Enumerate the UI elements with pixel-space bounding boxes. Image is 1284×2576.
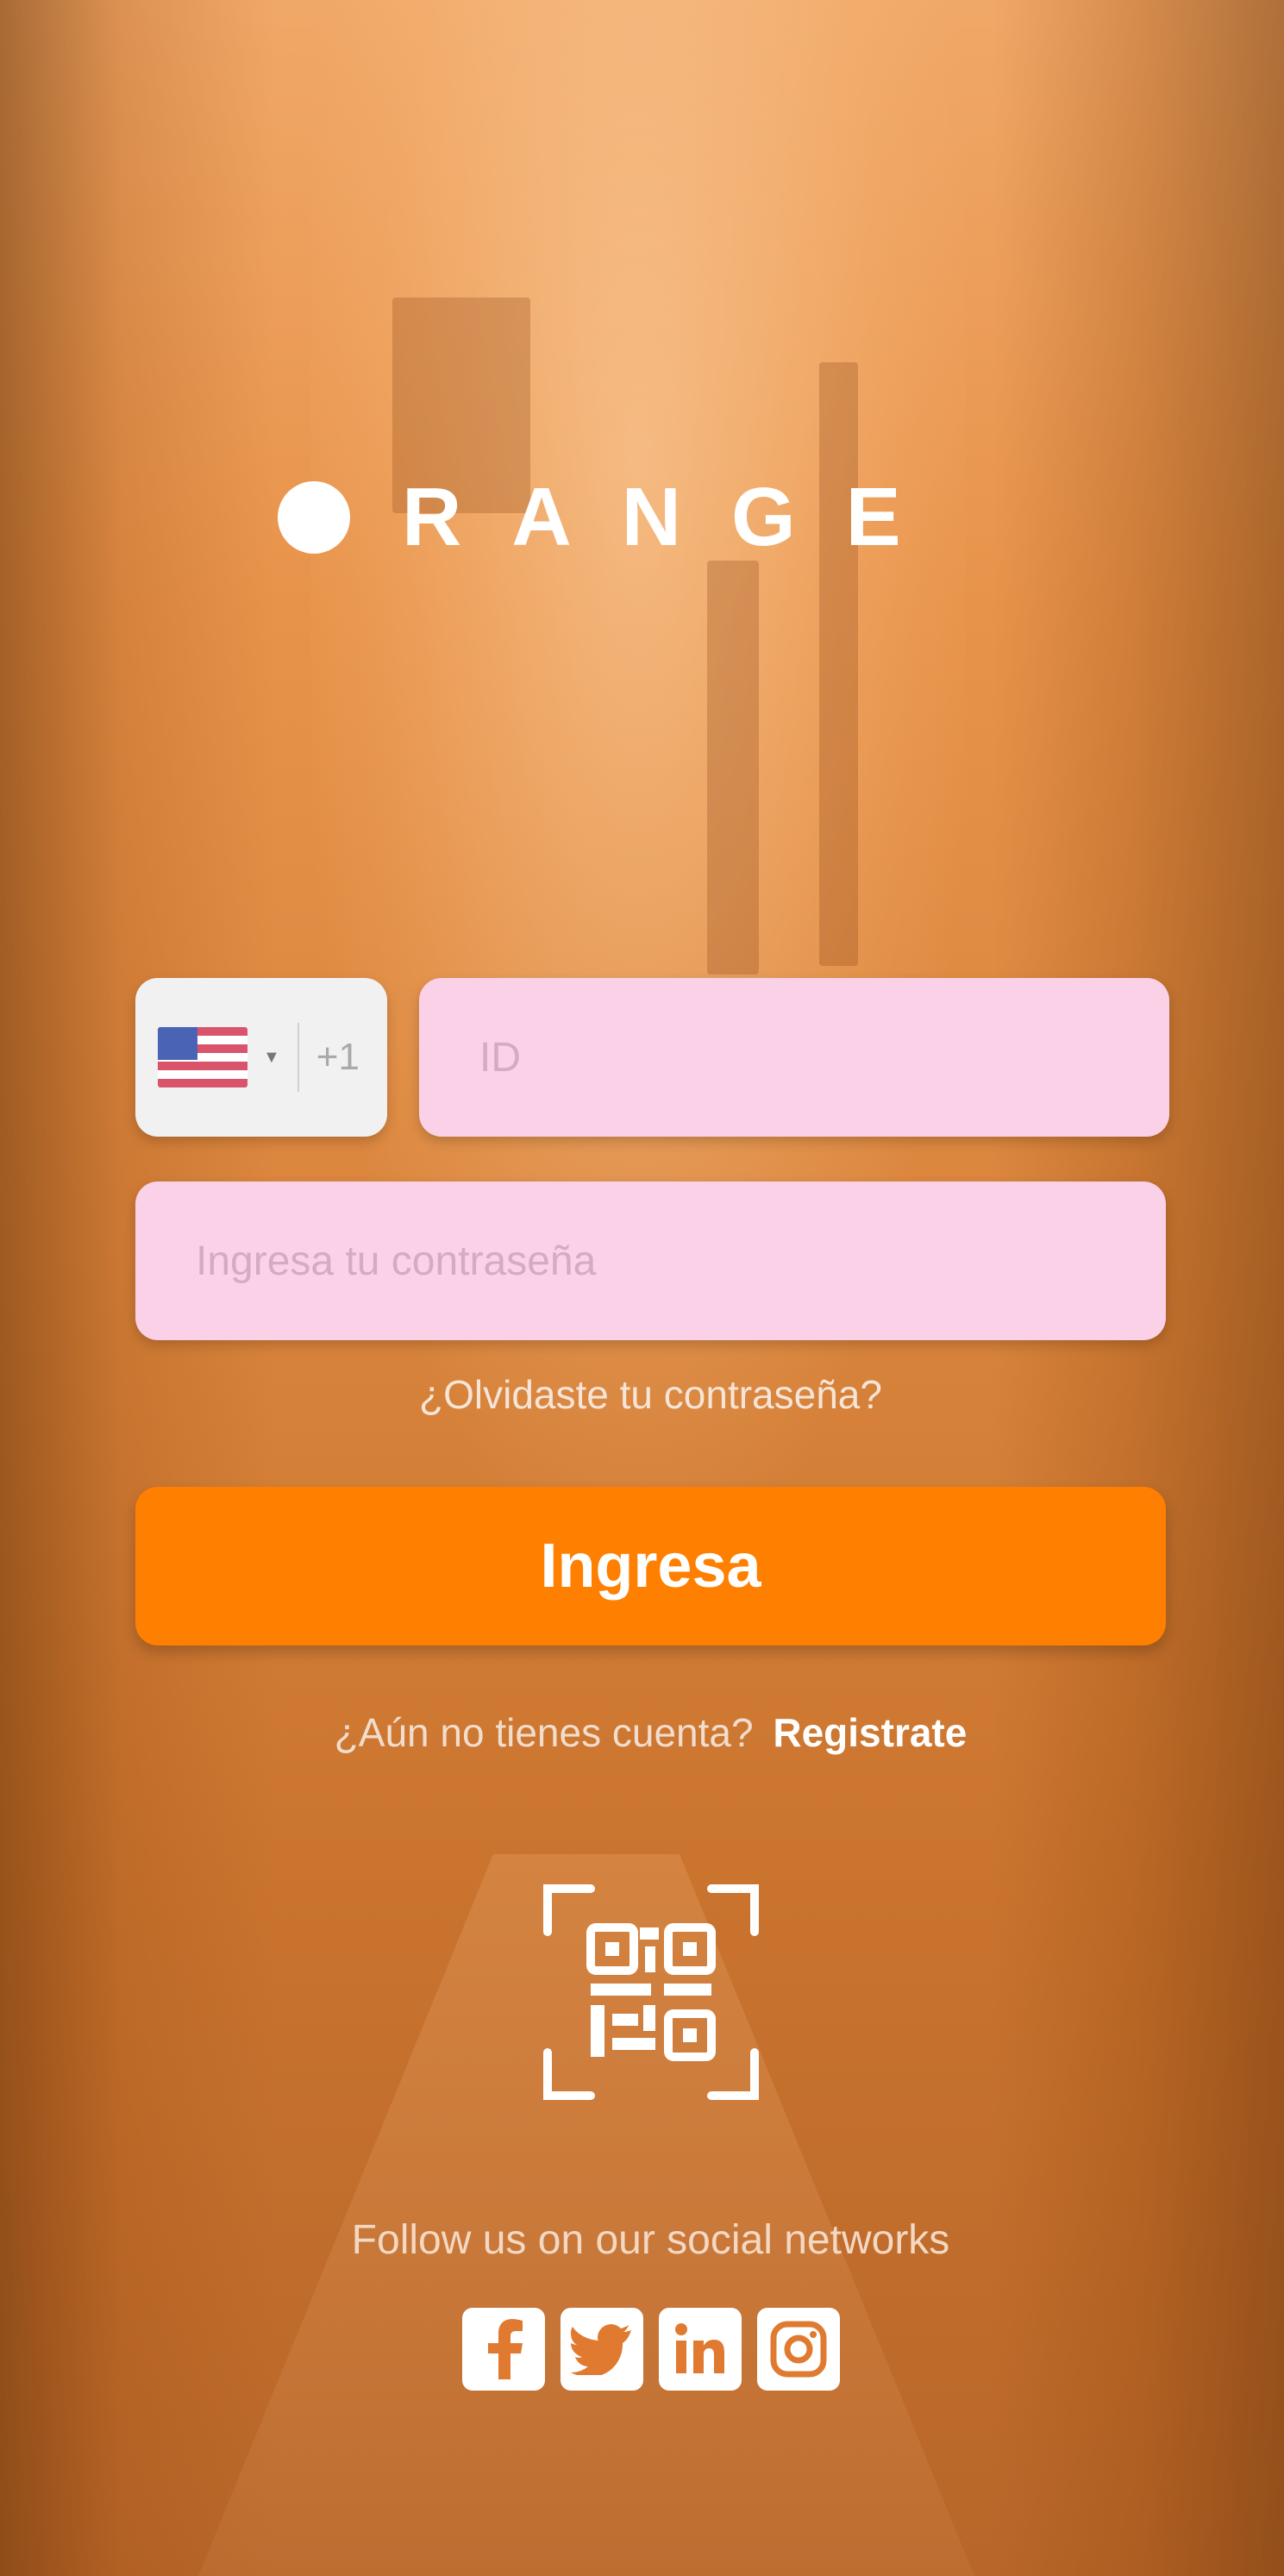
brand-logo: RANGE xyxy=(278,471,1037,563)
signup-prompt: ¿Aún no tienes cuenta? xyxy=(334,1710,754,1755)
instagram-icon[interactable] xyxy=(757,2308,840,2391)
linkedin-icon[interactable] xyxy=(659,2308,742,2391)
logo-circle-icon xyxy=(278,481,350,554)
divider xyxy=(297,1023,299,1092)
id-input[interactable] xyxy=(419,978,1169,1137)
signup-row: ¿Aún no tienes cuenta? Registrate xyxy=(135,1709,1166,1756)
qr-code-scan-icon[interactable] xyxy=(543,1884,759,2100)
logo-text: RANGE xyxy=(402,471,951,563)
password-input[interactable] xyxy=(135,1181,1166,1340)
dial-code: +1 xyxy=(316,1036,360,1078)
login-button[interactable]: Ingresa xyxy=(135,1487,1166,1645)
forgot-password-link[interactable]: ¿Olvidaste tu contraseña? xyxy=(135,1371,1166,1418)
twitter-icon[interactable] xyxy=(561,2308,643,2391)
social-caption: Follow us on our social networks xyxy=(351,2217,950,2263)
country-code-selector[interactable]: ▼ +1 xyxy=(135,978,387,1137)
background-window xyxy=(707,561,759,975)
social-links xyxy=(462,2308,842,2394)
facebook-icon[interactable] xyxy=(462,2308,545,2391)
background-window xyxy=(819,362,858,966)
chevron-down-icon: ▼ xyxy=(263,1047,280,1067)
us-flag-icon xyxy=(158,1027,247,1087)
register-link[interactable]: Registrate xyxy=(773,1710,967,1755)
